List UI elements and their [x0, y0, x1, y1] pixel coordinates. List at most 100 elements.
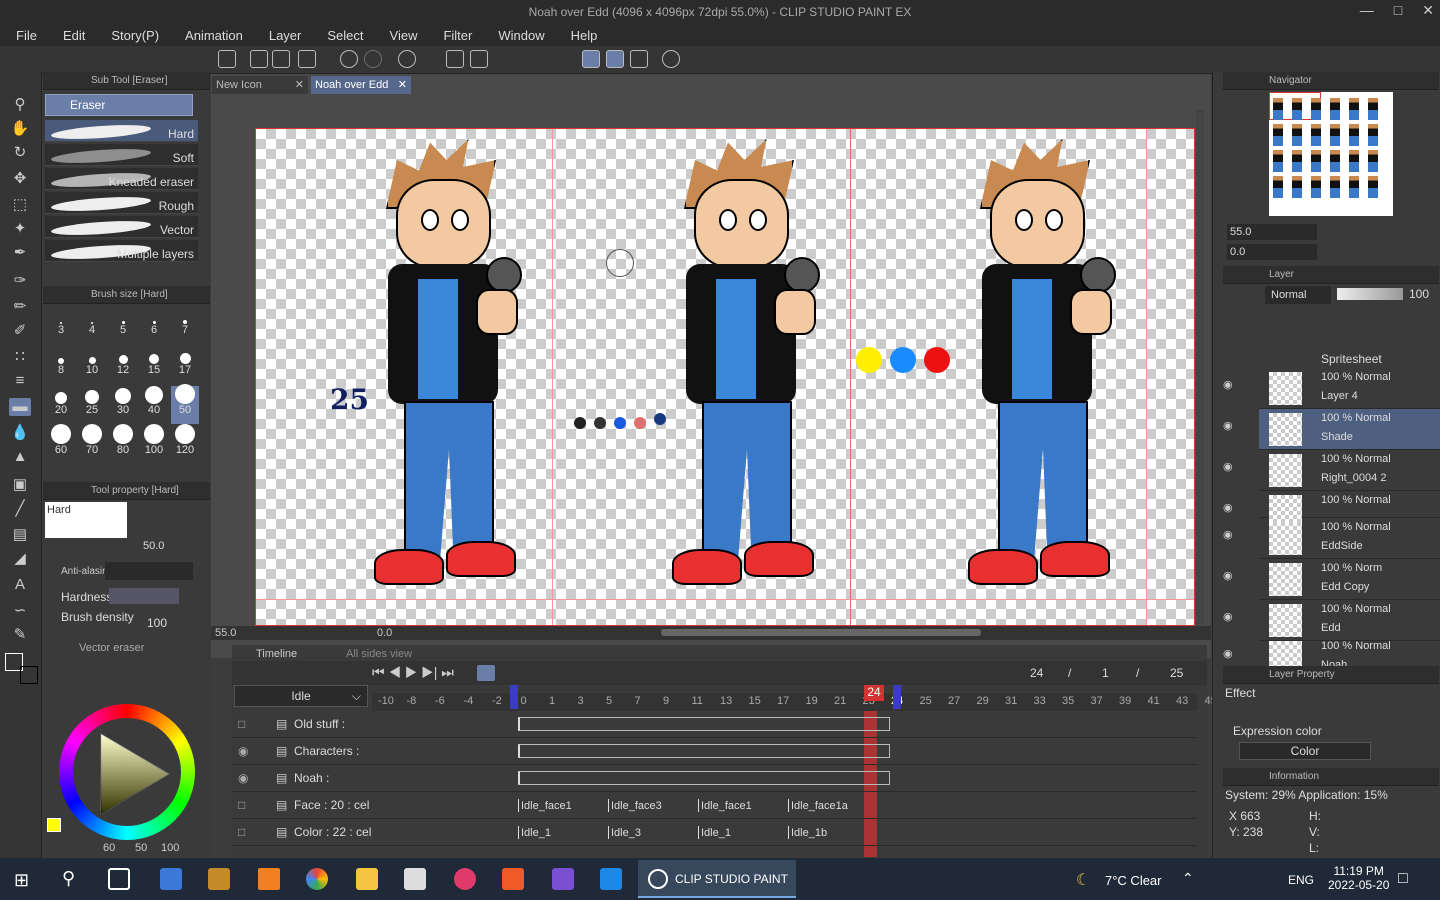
eye-icon[interactable]: ◉ — [1223, 647, 1233, 660]
menu-animation[interactable]: Animation — [169, 28, 253, 43]
brush-size-option[interactable]: 12 — [109, 346, 137, 384]
hand-tool-icon[interactable]: ✋ — [9, 120, 31, 138]
music-icon[interactable] — [454, 868, 476, 890]
transform-icon[interactable] — [470, 50, 488, 68]
layer-row[interactable]: ◉ 100 % Normal Layer 4 — [1223, 368, 1440, 409]
language[interactable]: ENG — [1288, 873, 1314, 887]
brush-size-option[interactable]: 10 — [78, 346, 106, 384]
clock[interactable]: 11:19 PM 2022-05-20 — [1328, 864, 1389, 892]
eye-icon[interactable]: ◉ — [1223, 378, 1233, 391]
chrome-icon[interactable] — [306, 868, 328, 890]
menu-help[interactable]: Help — [555, 28, 608, 43]
start-marker[interactable] — [510, 685, 518, 709]
folder-range-bar[interactable] — [518, 717, 890, 731]
horizontal-scrollbar[interactable] — [661, 629, 981, 636]
opacity-slider[interactable] — [1337, 288, 1403, 300]
brush-size-option[interactable]: 50 — [171, 384, 199, 424]
eye-icon[interactable]: ◉ — [238, 765, 248, 792]
drawing-canvas[interactable]: 25 — [255, 128, 1195, 626]
figure-tool-icon[interactable]: ╱ — [9, 500, 31, 518]
brush-size-option[interactable]: 30 — [109, 386, 137, 424]
tab-new-icon[interactable]: New Icon ✕ — [212, 76, 308, 94]
folder-range-bar[interactable] — [518, 771, 890, 785]
fill-tool-icon[interactable]: ▲ — [9, 448, 31, 466]
brush-size-option[interactable]: 120 — [171, 424, 199, 464]
timeline-track[interactable]: ◉ ▤ Characters : — [232, 738, 372, 765]
vscode-icon[interactable] — [600, 868, 622, 890]
help-icon[interactable] — [662, 50, 680, 68]
redo-icon[interactable] — [364, 50, 382, 68]
decoration-icon[interactable]: ≡ — [9, 372, 31, 390]
weather[interactable]: 7°C Clear — [1105, 873, 1162, 888]
snap-grid-icon[interactable] — [630, 50, 648, 68]
fill-icon[interactable] — [446, 50, 464, 68]
brush-size-option[interactable]: 3 — [47, 306, 75, 344]
search-icon[interactable]: ⚲ — [62, 868, 75, 889]
brush-size-option[interactable]: 25 — [78, 386, 106, 424]
brush-density-value[interactable]: 100 — [147, 616, 167, 630]
clear-icon[interactable] — [398, 50, 416, 68]
brush-multiple-layers[interactable]: Multiple layers — [45, 240, 198, 262]
menu-select[interactable]: Select — [311, 28, 373, 43]
minimize-icon[interactable]: — — [1360, 2, 1374, 19]
eye-icon[interactable]: ◉ — [1223, 610, 1233, 623]
selection-tool-icon[interactable]: ⬚ — [9, 196, 31, 214]
ruler-tool-icon[interactable]: ◢ — [9, 550, 31, 568]
pen-app-icon[interactable] — [208, 868, 230, 890]
brush-size-option[interactable]: 40 — [140, 386, 168, 424]
timeline-track[interactable]: □ ▤ Old stuff : — [232, 711, 372, 738]
brush-size-option[interactable]: 17 — [171, 346, 199, 384]
timeline-cel[interactable]: Idle_face1a — [788, 799, 854, 812]
navigator-preview[interactable] — [1269, 92, 1393, 216]
tab-noah-over-edd[interactable]: Noah over Edd ✕ — [311, 76, 411, 94]
rotate-tool-icon[interactable]: ↻ — [9, 144, 31, 162]
gradient-tool-icon[interactable]: ▣ — [9, 476, 31, 494]
brush-soft[interactable]: Soft — [45, 144, 198, 166]
eye-icon[interactable]: ◉ — [1223, 528, 1233, 541]
brush-size-option[interactable]: 6 — [140, 306, 168, 344]
task-view-icon[interactable] — [108, 868, 130, 890]
eye-icon[interactable]: ◉ — [238, 738, 248, 765]
notification-icon[interactable]: □ — [1398, 870, 1408, 888]
layer-row[interactable]: ◉ 100 % Norm Edd Copy — [1223, 559, 1440, 600]
airbrush-icon[interactable]: ∷ — [9, 348, 31, 366]
move-tool-icon[interactable]: ✥ — [9, 170, 31, 188]
text-tool-icon[interactable]: A — [9, 576, 31, 594]
vertical-scrollbar[interactable] — [1196, 110, 1204, 624]
brush-size-option[interactable]: 70 — [78, 424, 106, 464]
timeline-cel[interactable]: Idle_face1 — [698, 799, 786, 812]
magic-wand-icon[interactable]: ✦ — [9, 220, 31, 238]
mini-main-color[interactable] — [47, 818, 61, 832]
loop-icon[interactable] — [477, 665, 495, 681]
eye-icon[interactable]: ◉ — [1223, 460, 1233, 473]
menu-file[interactable]: File — [0, 28, 47, 43]
menu-layer[interactable]: Layer — [253, 28, 312, 43]
brush-size-option[interactable]: 80 — [109, 424, 137, 464]
brush-size-option[interactable]: 100 — [140, 424, 168, 464]
timeline-track[interactable]: □ ▤ Color : 22 : cel — [232, 819, 372, 846]
blend-tool-icon[interactable]: 💧 — [9, 424, 31, 442]
notepad-icon[interactable] — [160, 868, 182, 890]
opacity-value[interactable]: 100 — [1409, 287, 1429, 301]
color-triangle[interactable] — [85, 730, 175, 820]
pen-tool-icon[interactable]: ✑ — [9, 272, 31, 290]
timeline-cel[interactable]: Idle_face1 — [518, 799, 606, 812]
close-tab-icon[interactable]: ✕ — [398, 76, 407, 94]
eraser-group[interactable]: Eraser — [45, 94, 193, 116]
close-icon[interactable]: ✕ — [1422, 2, 1434, 19]
eye-icon[interactable]: ◉ — [1223, 419, 1233, 432]
eye-icon[interactable]: □ — [238, 792, 245, 819]
eye-icon[interactable]: ◉ — [1223, 501, 1233, 514]
sub-color-swatch[interactable] — [20, 666, 38, 684]
snap-ruler-icon[interactable] — [582, 50, 600, 68]
brush-rough[interactable]: Rough — [45, 192, 198, 214]
menu-story[interactable]: Story(P) — [95, 28, 169, 43]
layer-row[interactable]: ◉ 100 % Normal Edd — [1223, 600, 1440, 641]
tray-chevron-icon[interactable]: ⌃ — [1182, 870, 1194, 887]
balloon-tool-icon[interactable]: ∽ — [9, 602, 31, 620]
close-tab-icon[interactable]: ✕ — [295, 76, 304, 94]
brave-icon[interactable] — [502, 868, 524, 890]
brush-hard[interactable]: Hard — [45, 120, 198, 142]
snap-special-ruler-icon[interactable] — [606, 50, 624, 68]
brush-size-option[interactable]: 4 — [78, 306, 106, 344]
